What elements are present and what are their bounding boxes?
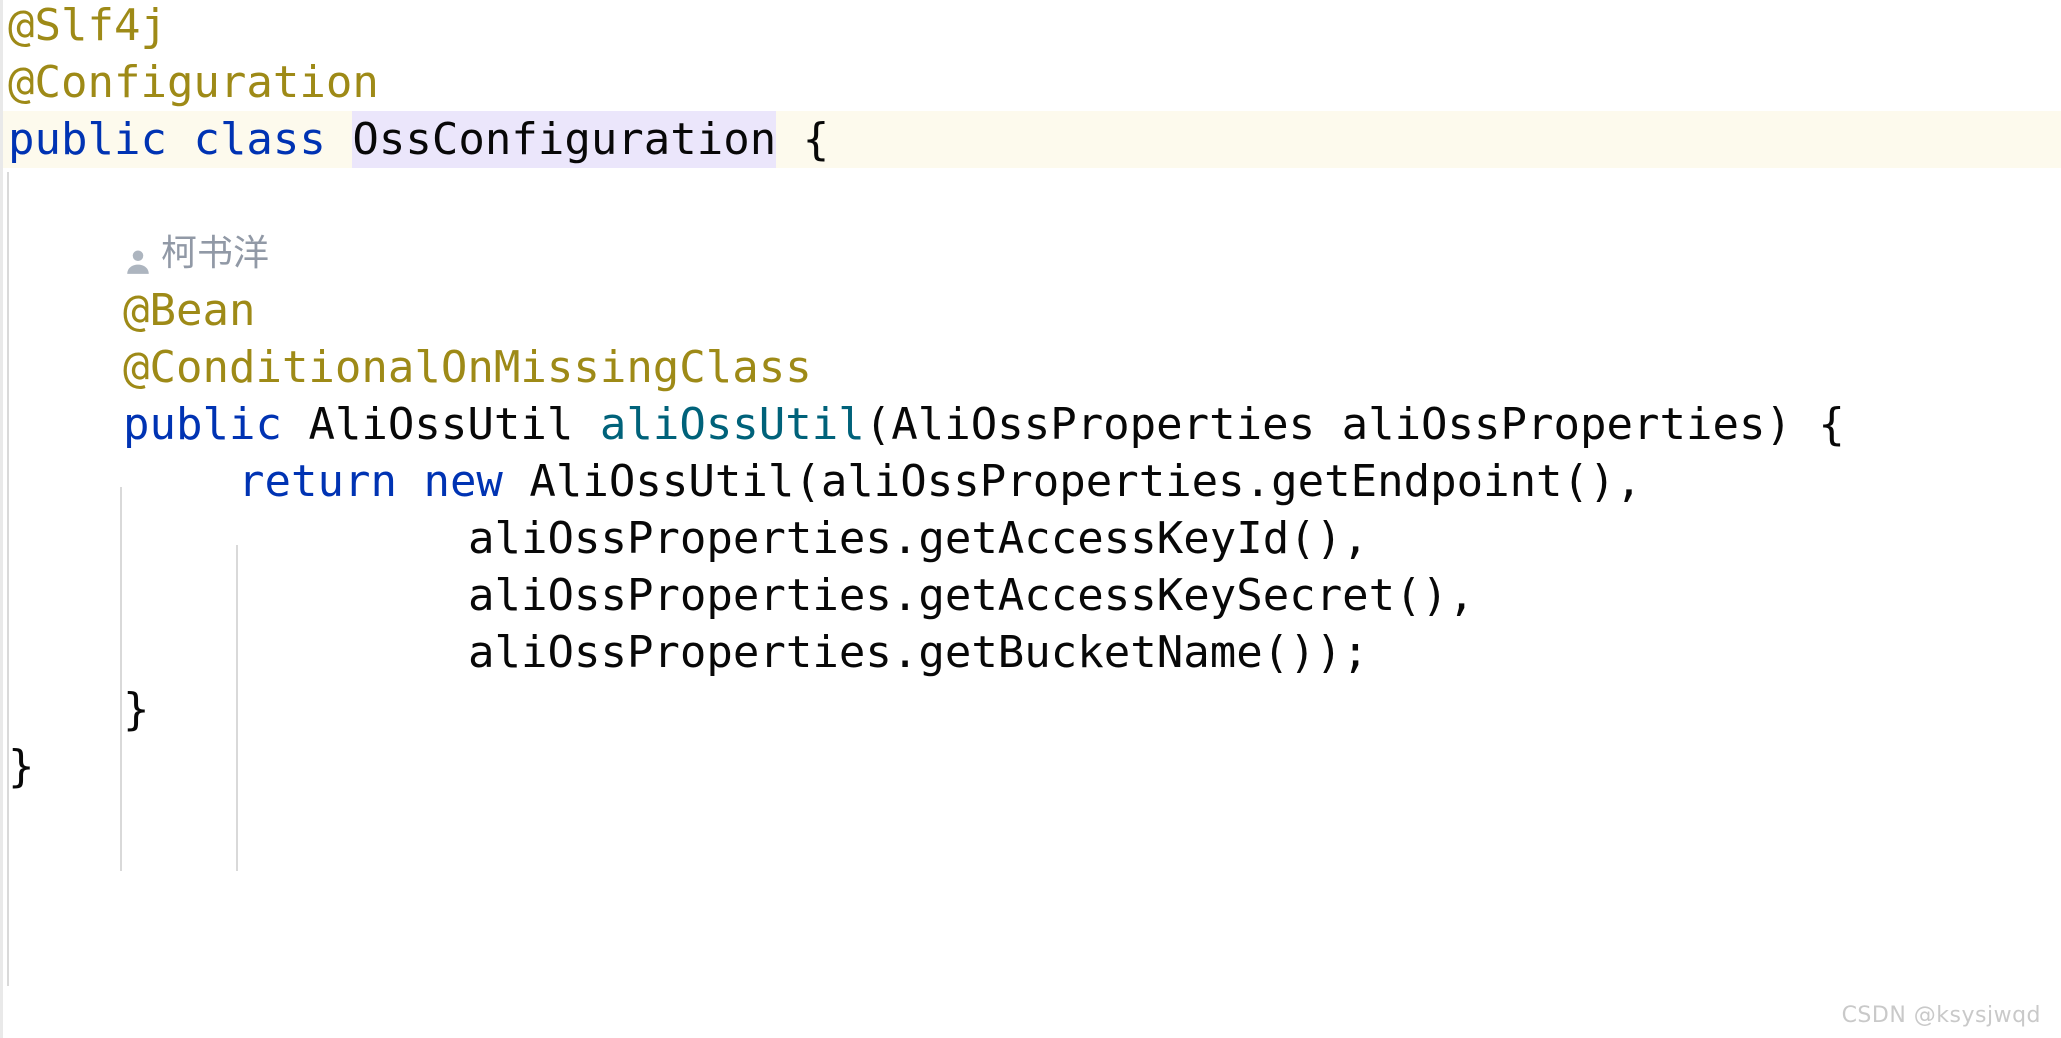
code-token-plain[interactable]: [573, 396, 600, 453]
code-token-keyword[interactable]: public: [123, 396, 282, 453]
code-line[interactable]: public class OssConfiguration {: [0, 111, 2061, 168]
code-token-plain[interactable]: }: [8, 738, 35, 795]
code-line[interactable]: aliOssProperties.getAccessKeyId(),: [0, 510, 2061, 567]
code-token-keyword[interactable]: new: [423, 453, 502, 510]
code-line[interactable]: return new AliOssUtil(aliOssProperties.g…: [0, 453, 2061, 510]
code-line[interactable]: }: [0, 738, 2061, 795]
code-line[interactable]: [0, 168, 2061, 225]
code-token-plain[interactable]: [326, 111, 353, 168]
code-token-plain[interactable]: [397, 453, 424, 510]
highlighted-identifier[interactable]: OssConfiguration: [352, 111, 777, 168]
code-token-type[interactable]: AliOssUtil: [308, 396, 573, 453]
code-token-plain[interactable]: [167, 111, 194, 168]
code-token-keyword[interactable]: public: [8, 111, 167, 168]
code-line[interactable]: @Slf4j: [0, 0, 2061, 54]
code-line[interactable]: aliOssProperties.getBucketName());: [0, 624, 2061, 681]
code-token-annotation[interactable]: @ConditionalOnMissingClass: [123, 339, 812, 396]
code-token-annotation[interactable]: @Bean: [123, 282, 255, 339]
code-token-keyword[interactable]: return: [238, 453, 397, 510]
code-line[interactable]: }: [0, 681, 2061, 738]
code-token-annotation[interactable]: @Configuration: [8, 54, 379, 111]
code-token-method[interactable]: aliOssUtil: [600, 396, 865, 453]
code-line[interactable]: @Bean: [0, 282, 2061, 339]
code-token-annotation[interactable]: @Slf4j: [8, 0, 167, 54]
csdn-watermark: CSDN @ksysjwqd: [1841, 1003, 2041, 1028]
code-token-plain[interactable]: (AliOssProperties aliOssProperties) {: [865, 396, 1845, 453]
code-token-plain[interactable]: {: [776, 111, 830, 168]
code-token-plain[interactable]: }: [123, 681, 150, 738]
code-token-plain[interactable]: [282, 396, 309, 453]
code-editor[interactable]: 柯书洋 @Slf4j @Configuration public class Oss…: [0, 0, 2061, 1038]
code-token-plain[interactable]: AliOssUtil(aliOssProperties.getEndpoint(…: [503, 453, 1642, 510]
code-line[interactable]: @Configuration: [0, 54, 2061, 111]
code-token-keyword[interactable]: class: [193, 111, 325, 168]
code-token-plain[interactable]: aliOssProperties.getBucketName());: [468, 624, 1369, 681]
code-line[interactable]: @ConditionalOnMissingClass: [0, 339, 2061, 396]
code-token-plain[interactable]: aliOssProperties.getAccessKeyId(),: [468, 510, 1369, 567]
code-line[interactable]: [0, 225, 2061, 282]
code-line[interactable]: public AliOssUtil aliOssUtil(AliOssPrope…: [0, 396, 2061, 453]
code-line[interactable]: aliOssProperties.getAccessKeySecret(),: [0, 567, 2061, 624]
code-token-plain[interactable]: aliOssProperties.getAccessKeySecret(),: [468, 567, 1475, 624]
